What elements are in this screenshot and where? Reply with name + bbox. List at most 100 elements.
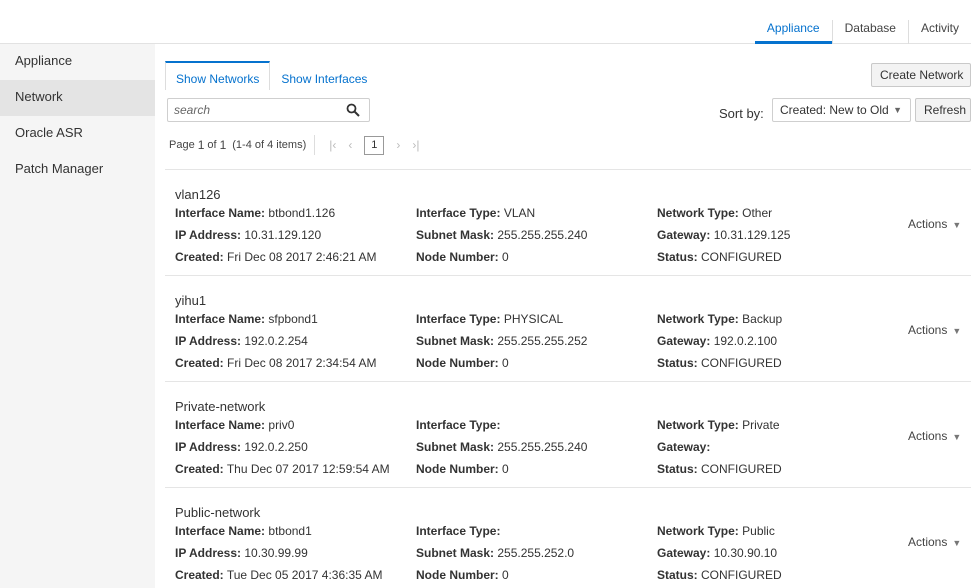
top-tab-database[interactable]: Database bbox=[831, 20, 908, 44]
value-subnet-mask: 255.255.255.240 bbox=[497, 228, 588, 242]
next-page-icon[interactable]: › bbox=[396, 138, 400, 152]
label-created: Created: bbox=[175, 356, 224, 370]
label-gateway: Gateway: bbox=[657, 334, 711, 348]
chevron-down-icon: ▼ bbox=[952, 326, 962, 336]
status-cell: Status: CONFIGURED bbox=[657, 568, 782, 582]
main-content: Show Networks Show Interfaces Create Net… bbox=[155, 44, 971, 588]
sort-label: Sort by: bbox=[719, 106, 764, 121]
gateway-cell: Gateway: 10.30.90.10 bbox=[657, 546, 777, 560]
sidebar-item-network[interactable]: Network bbox=[0, 80, 155, 116]
label-created: Created: bbox=[175, 568, 224, 582]
label-interface-name: Interface Name: bbox=[175, 312, 266, 326]
table-row: yihu1 Interface Name: sfpbond1 IP Addres… bbox=[165, 276, 971, 382]
created-cell: Created: Fri Dec 08 2017 2:46:21 AM bbox=[175, 250, 376, 264]
sidebar-item-patch-manager[interactable]: Patch Manager bbox=[0, 152, 155, 188]
label-status: Status: bbox=[657, 356, 698, 370]
value-ip-address: 192.0.2.254 bbox=[244, 334, 308, 348]
label-node-number: Node Number: bbox=[416, 462, 499, 476]
value-node-number: 0 bbox=[502, 250, 509, 264]
value-interface-name: priv0 bbox=[268, 418, 295, 432]
label-interface-type: Interface Type: bbox=[416, 312, 501, 326]
ip-address-cell: IP Address: 192.0.2.250 bbox=[175, 440, 308, 454]
status-cell: Status: CONFIGURED bbox=[657, 462, 782, 476]
sort-value: Created: New to Old bbox=[780, 103, 889, 117]
label-status: Status: bbox=[657, 568, 698, 582]
top-tab-appliance[interactable]: Appliance bbox=[754, 20, 832, 44]
refresh-button[interactable]: Refresh bbox=[915, 98, 971, 122]
tab-show-interfaces[interactable]: Show Interfaces bbox=[270, 61, 378, 90]
first-page-icon[interactable]: |‹ bbox=[329, 138, 336, 152]
value-status: CONFIGURED bbox=[701, 356, 782, 370]
page-number-button[interactable]: 1 bbox=[364, 135, 385, 155]
gateway-cell: Gateway: bbox=[657, 440, 710, 454]
ip-address-cell: IP Address: 10.31.129.120 bbox=[175, 228, 321, 242]
network-list: vlan126 Interface Name: btbond1.126 IP A… bbox=[165, 169, 971, 588]
actions-menu[interactable]: Actions ▼ bbox=[908, 323, 961, 337]
label-node-number: Node Number: bbox=[416, 356, 499, 370]
label-gateway: Gateway: bbox=[657, 228, 711, 242]
pager-total: 1 bbox=[219, 138, 227, 152]
last-page-icon[interactable]: ›| bbox=[412, 138, 419, 152]
label-created: Created: bbox=[175, 250, 224, 264]
value-network-type: Public bbox=[742, 524, 775, 538]
label-actions: Actions bbox=[908, 217, 948, 231]
value-ip-address: 192.0.2.250 bbox=[244, 440, 308, 454]
chevron-down-icon: ▼ bbox=[952, 432, 962, 442]
value-status: CONFIGURED bbox=[701, 568, 782, 582]
label-status: Status: bbox=[657, 462, 698, 476]
label-interface-name: Interface Name: bbox=[175, 418, 266, 432]
actions-menu[interactable]: Actions ▼ bbox=[908, 429, 961, 443]
actions-menu[interactable]: Actions ▼ bbox=[908, 535, 961, 549]
network-name: vlan126 bbox=[175, 187, 221, 202]
value-created: Thu Dec 07 2017 12:59:54 AM bbox=[226, 462, 390, 476]
label-gateway: Gateway: bbox=[657, 440, 711, 454]
interface-type-cell: Interface Type: bbox=[416, 418, 500, 432]
gateway-cell: Gateway: 192.0.2.100 bbox=[657, 334, 777, 348]
interface-name-cell: Interface Name: sfpbond1 bbox=[175, 312, 318, 326]
interface-type-cell: Interface Type: VLAN bbox=[416, 206, 535, 220]
value-node-number: 0 bbox=[502, 568, 509, 582]
value-network-type: Backup bbox=[742, 312, 783, 326]
chevron-down-icon: ▼ bbox=[952, 220, 962, 230]
create-network-button[interactable]: Create Network bbox=[871, 63, 971, 87]
value-subnet-mask: 255.255.255.240 bbox=[497, 440, 588, 454]
table-row: Private-network Interface Name: priv0 IP… bbox=[165, 382, 971, 488]
network-name: yihu1 bbox=[175, 293, 207, 308]
value-gateway: 10.30.90.10 bbox=[713, 546, 778, 560]
label-interface-name: Interface Name: bbox=[175, 524, 266, 538]
pager-current: 1 bbox=[197, 138, 205, 152]
value-node-number: 0 bbox=[502, 462, 509, 476]
label-interface-type: Interface Type: bbox=[416, 418, 501, 432]
value-network-type: Other bbox=[742, 206, 773, 220]
sort-select[interactable]: Created: New to Old ▼ bbox=[772, 98, 911, 122]
status-cell: Status: CONFIGURED bbox=[657, 250, 782, 264]
sidebar-item-appliance[interactable]: Appliance bbox=[0, 44, 155, 80]
label-subnet-mask: Subnet Mask: bbox=[416, 440, 495, 454]
network-type-cell: Network Type: Public bbox=[657, 524, 775, 538]
prev-page-icon[interactable]: ‹ bbox=[348, 138, 352, 152]
search-icon[interactable] bbox=[346, 103, 360, 117]
value-node-number: 0 bbox=[502, 356, 509, 370]
sidebar-item-oracle-asr[interactable]: Oracle ASR bbox=[0, 116, 155, 152]
label-interface-name: Interface Name: bbox=[175, 206, 266, 220]
actions-menu[interactable]: Actions ▼ bbox=[908, 217, 961, 231]
network-name: Private-network bbox=[175, 399, 266, 414]
value-interface-type: PHYSICAL bbox=[503, 312, 564, 326]
label-actions: Actions bbox=[908, 323, 948, 337]
value-status: CONFIGURED bbox=[701, 250, 782, 264]
value-created: Fri Dec 08 2017 2:46:21 AM bbox=[227, 250, 377, 264]
sidebar: Appliance Network Oracle ASR Patch Manag… bbox=[0, 44, 155, 588]
tab-show-networks[interactable]: Show Networks bbox=[165, 61, 271, 90]
created-cell: Created: Tue Dec 05 2017 4:36:35 AM bbox=[175, 568, 382, 582]
value-ip-address: 10.31.129.120 bbox=[244, 228, 322, 242]
label-actions: Actions bbox=[908, 535, 948, 549]
label-subnet-mask: Subnet Mask: bbox=[416, 228, 495, 242]
table-row: vlan126 Interface Name: btbond1.126 IP A… bbox=[165, 170, 971, 276]
interface-name-cell: Interface Name: priv0 bbox=[175, 418, 294, 432]
pagination: Page 1 of 1 (1-4 of 4 items) |‹ ‹ 1 › ›| bbox=[169, 135, 425, 155]
value-created: Fri Dec 08 2017 2:34:54 AM bbox=[227, 356, 377, 370]
gateway-cell: Gateway: 10.31.129.125 bbox=[657, 228, 790, 242]
label-node-number: Node Number: bbox=[416, 568, 499, 582]
search-input[interactable] bbox=[168, 99, 343, 121]
top-tab-activity[interactable]: Activity bbox=[907, 20, 971, 44]
